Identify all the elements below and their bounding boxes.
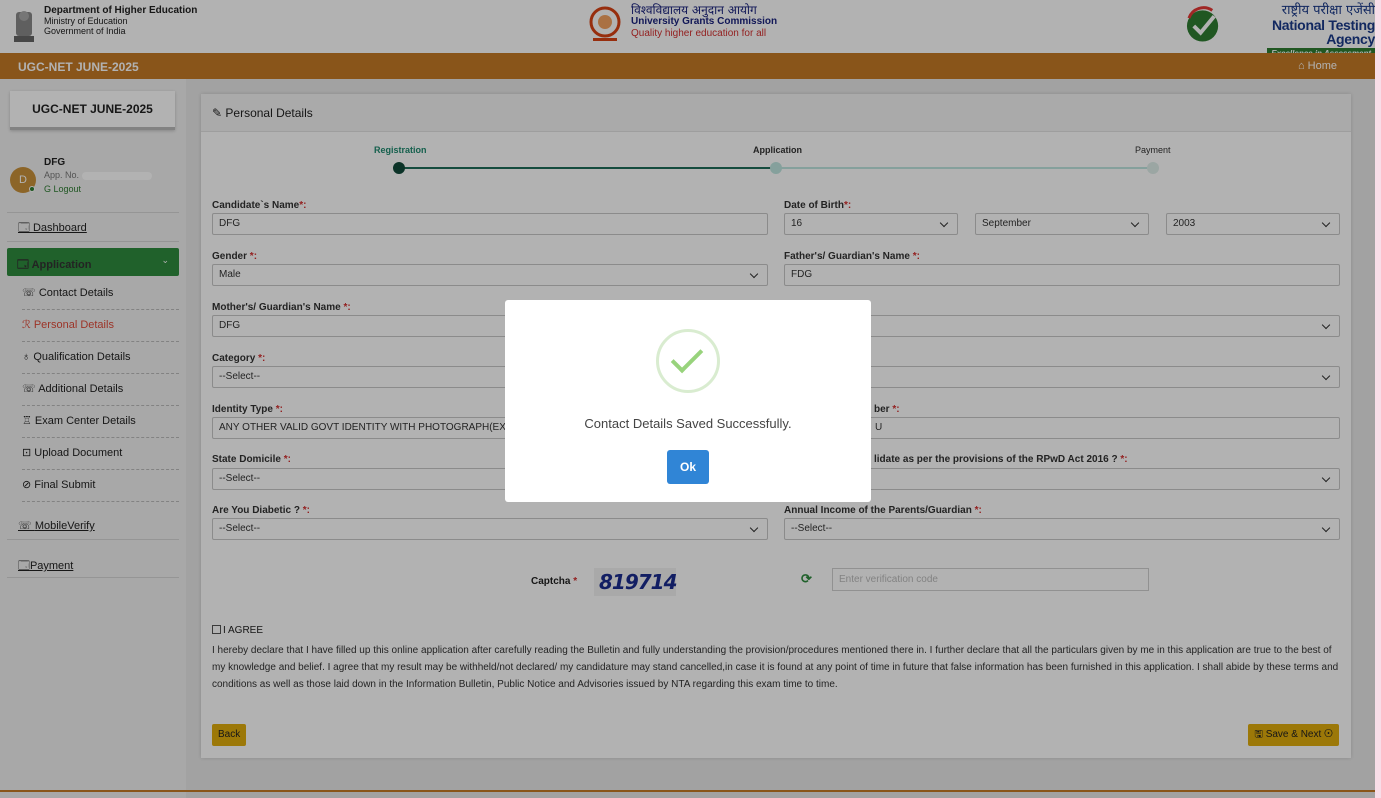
success-dialog: Contact Details Saved Successfully. Ok (505, 300, 871, 502)
dialog-message: Contact Details Saved Successfully. (584, 416, 792, 431)
ok-button[interactable]: Ok (667, 450, 709, 484)
success-check-icon (656, 329, 720, 393)
page-edge (1375, 0, 1381, 798)
